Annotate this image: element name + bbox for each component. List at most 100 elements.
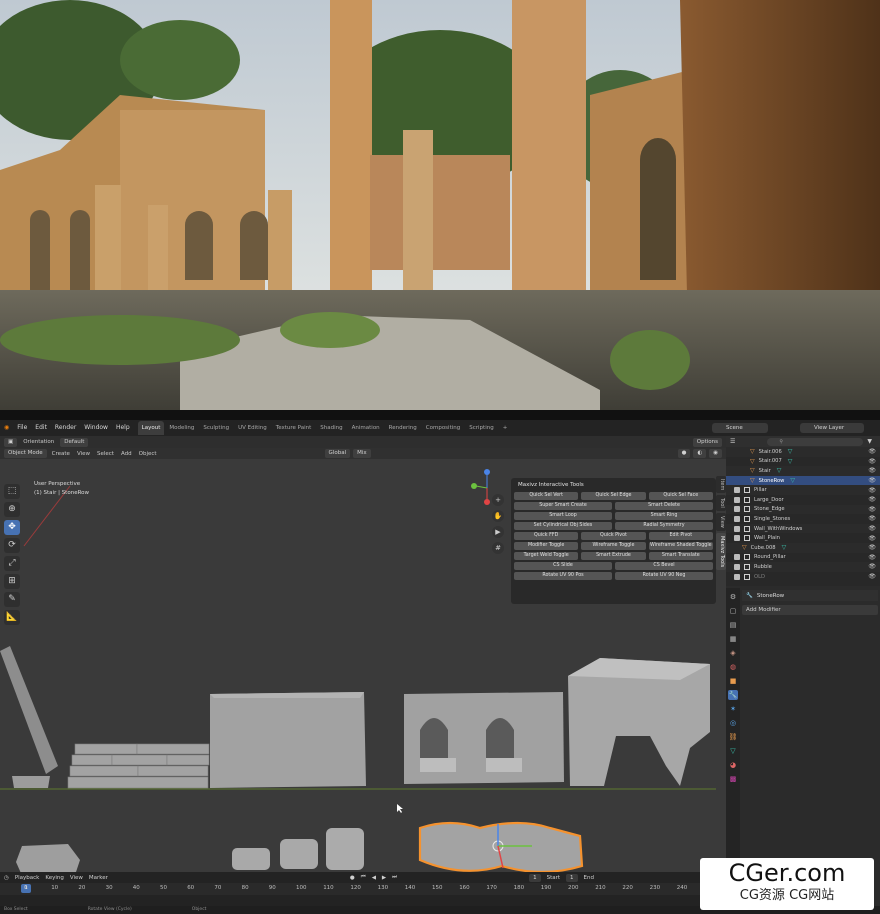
play-back-icon[interactable]: ◀: [372, 875, 376, 881]
smart-delete-button[interactable]: Smart Delete: [615, 502, 713, 510]
blender-logo-icon[interactable]: ◉: [0, 420, 13, 436]
tab-item[interactable]: Item: [716, 476, 726, 494]
orientation-dropdown[interactable]: Default: [60, 437, 89, 447]
menu-create[interactable]: Create: [50, 451, 72, 457]
smart-extrude-button[interactable]: Smart Extrude: [581, 552, 646, 560]
menu-select[interactable]: Select: [95, 451, 116, 457]
transform-orientation-dropdown[interactable]: Global: [324, 449, 351, 458]
render-icon[interactable]: ▢: [728, 606, 738, 616]
wireframe-shaded-toggle-button[interactable]: Wireframe Shaded Toggle: [648, 542, 713, 550]
wireframe-toggle-button[interactable]: Wireframe Toggle: [581, 542, 646, 550]
tab-view[interactable]: View: [716, 513, 726, 531]
shading-render-icon[interactable]: ◉: [709, 449, 722, 458]
jump-start-icon[interactable]: ⏮: [361, 874, 366, 881]
transform-icon[interactable]: ⊞: [4, 574, 20, 589]
visibility-eye-icon[interactable]: 👁: [868, 477, 876, 484]
quick-sel-edge-button[interactable]: Quick Sel Edge: [581, 492, 646, 500]
outliner-item[interactable]: Wall_WithWindows 👁: [726, 523, 880, 534]
quick-pivot-button[interactable]: Quick Pivot: [581, 532, 646, 540]
tab-compositing[interactable]: Compositing: [422, 421, 464, 435]
super-smart-create-button[interactable]: Super Smart Create: [514, 502, 612, 510]
radial-symmetry-button[interactable]: Radial Symmetry: [615, 522, 713, 530]
hand-icon[interactable]: ✋: [492, 510, 504, 522]
menu-file[interactable]: File: [13, 420, 31, 436]
pivot-dropdown[interactable]: Mix: [353, 449, 371, 458]
scene-selector[interactable]: Scene: [712, 423, 768, 433]
set-cylindrical-obj-sides-button[interactable]: Set Cylindrical Obj Sides: [514, 522, 612, 530]
quick-sel-vert-button[interactable]: Quick Sel Vert: [514, 492, 579, 500]
rotate-uv-90-neg-button[interactable]: Rotate UV 90 Neg: [615, 572, 713, 580]
add-workspace-icon[interactable]: +: [499, 421, 512, 435]
smart-ring-button[interactable]: Smart Ring: [615, 512, 713, 520]
play-icon[interactable]: ▶: [382, 875, 386, 881]
outliner-item[interactable]: Stone_Edge 👁: [726, 504, 880, 515]
output-icon[interactable]: ▤: [728, 620, 738, 630]
timeline-type-icon[interactable]: ◷: [4, 875, 9, 881]
checkbox-icon[interactable]: [734, 506, 740, 513]
tab-texture-paint[interactable]: Texture Paint: [272, 421, 316, 435]
checkbox-icon[interactable]: [734, 487, 740, 494]
view-layer-icon[interactable]: ▦: [728, 634, 738, 644]
rotate-icon[interactable]: ⟳: [4, 538, 20, 553]
checkbox-icon[interactable]: [734, 525, 740, 532]
menu-object[interactable]: Object: [137, 451, 159, 457]
outliner-item[interactable]: Rubble 👁: [726, 562, 880, 572]
camera-icon[interactable]: ▶: [492, 526, 504, 538]
tab-scripting[interactable]: Scripting: [465, 421, 497, 435]
tab-modeling[interactable]: Modeling: [165, 421, 198, 435]
cs-slide-button[interactable]: CS Slide: [514, 562, 612, 570]
checkbox-icon[interactable]: [734, 554, 740, 561]
visibility-eye-icon[interactable]: 👁: [868, 515, 876, 522]
constraints-icon[interactable]: ⛓: [728, 732, 738, 742]
visibility-eye-icon[interactable]: 👁: [868, 535, 876, 542]
outliner-item[interactable]: ▽ Stair.006 ▽ 👁: [726, 447, 880, 457]
current-frame-field[interactable]: 1: [529, 873, 541, 882]
tab-rendering[interactable]: Rendering: [385, 421, 421, 435]
visibility-eye-icon[interactable]: 👁: [868, 496, 876, 503]
material-icon[interactable]: ◕: [728, 760, 738, 770]
outliner-item[interactable]: OLD 👁: [726, 572, 880, 582]
mode-dropdown[interactable]: Object Mode: [4, 449, 47, 458]
tab-tool[interactable]: Tool: [716, 495, 726, 512]
outliner-item[interactable]: ▽ Stair.007 ▽ 👁: [726, 457, 880, 467]
grid-icon[interactable]: #: [492, 542, 504, 554]
modifier-icon[interactable]: 🔧: [728, 690, 738, 700]
edit-pivot-button[interactable]: Edit Pivot: [648, 532, 713, 540]
menu-window[interactable]: Window: [80, 420, 112, 436]
target-weld-toggle-button[interactable]: Target Weld Toggle: [514, 552, 579, 560]
tab-animation[interactable]: Animation: [348, 421, 384, 435]
view-layer-selector[interactable]: View Layer: [800, 423, 864, 433]
3d-viewport[interactable]: ▣ Orientation Default Options Object Mod…: [0, 436, 726, 892]
checkbox-icon[interactable]: [734, 573, 740, 580]
particles-icon[interactable]: ✶: [728, 704, 738, 714]
record-icon[interactable]: ●: [350, 875, 355, 881]
visibility-eye-icon[interactable]: 👁: [868, 573, 876, 580]
outliner-item[interactable]: Single_Stones 👁: [726, 514, 880, 524]
editor-type-icon[interactable]: ▣: [4, 437, 18, 447]
object-icon[interactable]: ■: [728, 676, 738, 686]
start-frame-field[interactable]: 1: [566, 873, 578, 882]
tab-maxivz-tools[interactable]: Maxivz Tools: [716, 532, 726, 571]
object-name-field[interactable]: 🔧 StoneRow: [742, 590, 878, 601]
tool-settings-icon[interactable]: ⚙: [728, 592, 738, 602]
quick-sel-face-button[interactable]: Quick Sel Face: [648, 492, 713, 500]
shading-material-icon[interactable]: ◐: [693, 449, 707, 458]
outliner-item[interactable]: ▽ Stair ▽ 👁: [726, 466, 880, 476]
visibility-eye-icon[interactable]: 👁: [868, 448, 876, 455]
outliner-item[interactable]: ▽ Cube.008 ▽ 👁: [726, 542, 880, 553]
measure-icon[interactable]: 📐: [4, 610, 20, 625]
jump-end-icon[interactable]: ⏭: [392, 874, 397, 881]
outliner-item[interactable]: Large_Door 👁: [726, 495, 880, 505]
annotate-icon[interactable]: ✎: [4, 592, 20, 607]
outliner-item[interactable]: ▽ StoneRow ▽ 👁: [726, 475, 880, 486]
visibility-eye-icon[interactable]: 👁: [868, 506, 876, 513]
menu-add[interactable]: Add: [119, 451, 134, 457]
tab-shading[interactable]: Shading: [316, 421, 346, 435]
menu-keying[interactable]: Keying: [45, 875, 63, 881]
checkbox-icon[interactable]: [734, 515, 740, 522]
outliner-item[interactable]: Pillar 👁: [726, 485, 880, 495]
menu-render[interactable]: Render: [51, 420, 80, 436]
checkbox-icon[interactable]: [734, 496, 740, 503]
cs-bevel-button[interactable]: CS Bevel: [615, 562, 713, 570]
tab-sculpting[interactable]: Sculpting: [199, 421, 233, 435]
